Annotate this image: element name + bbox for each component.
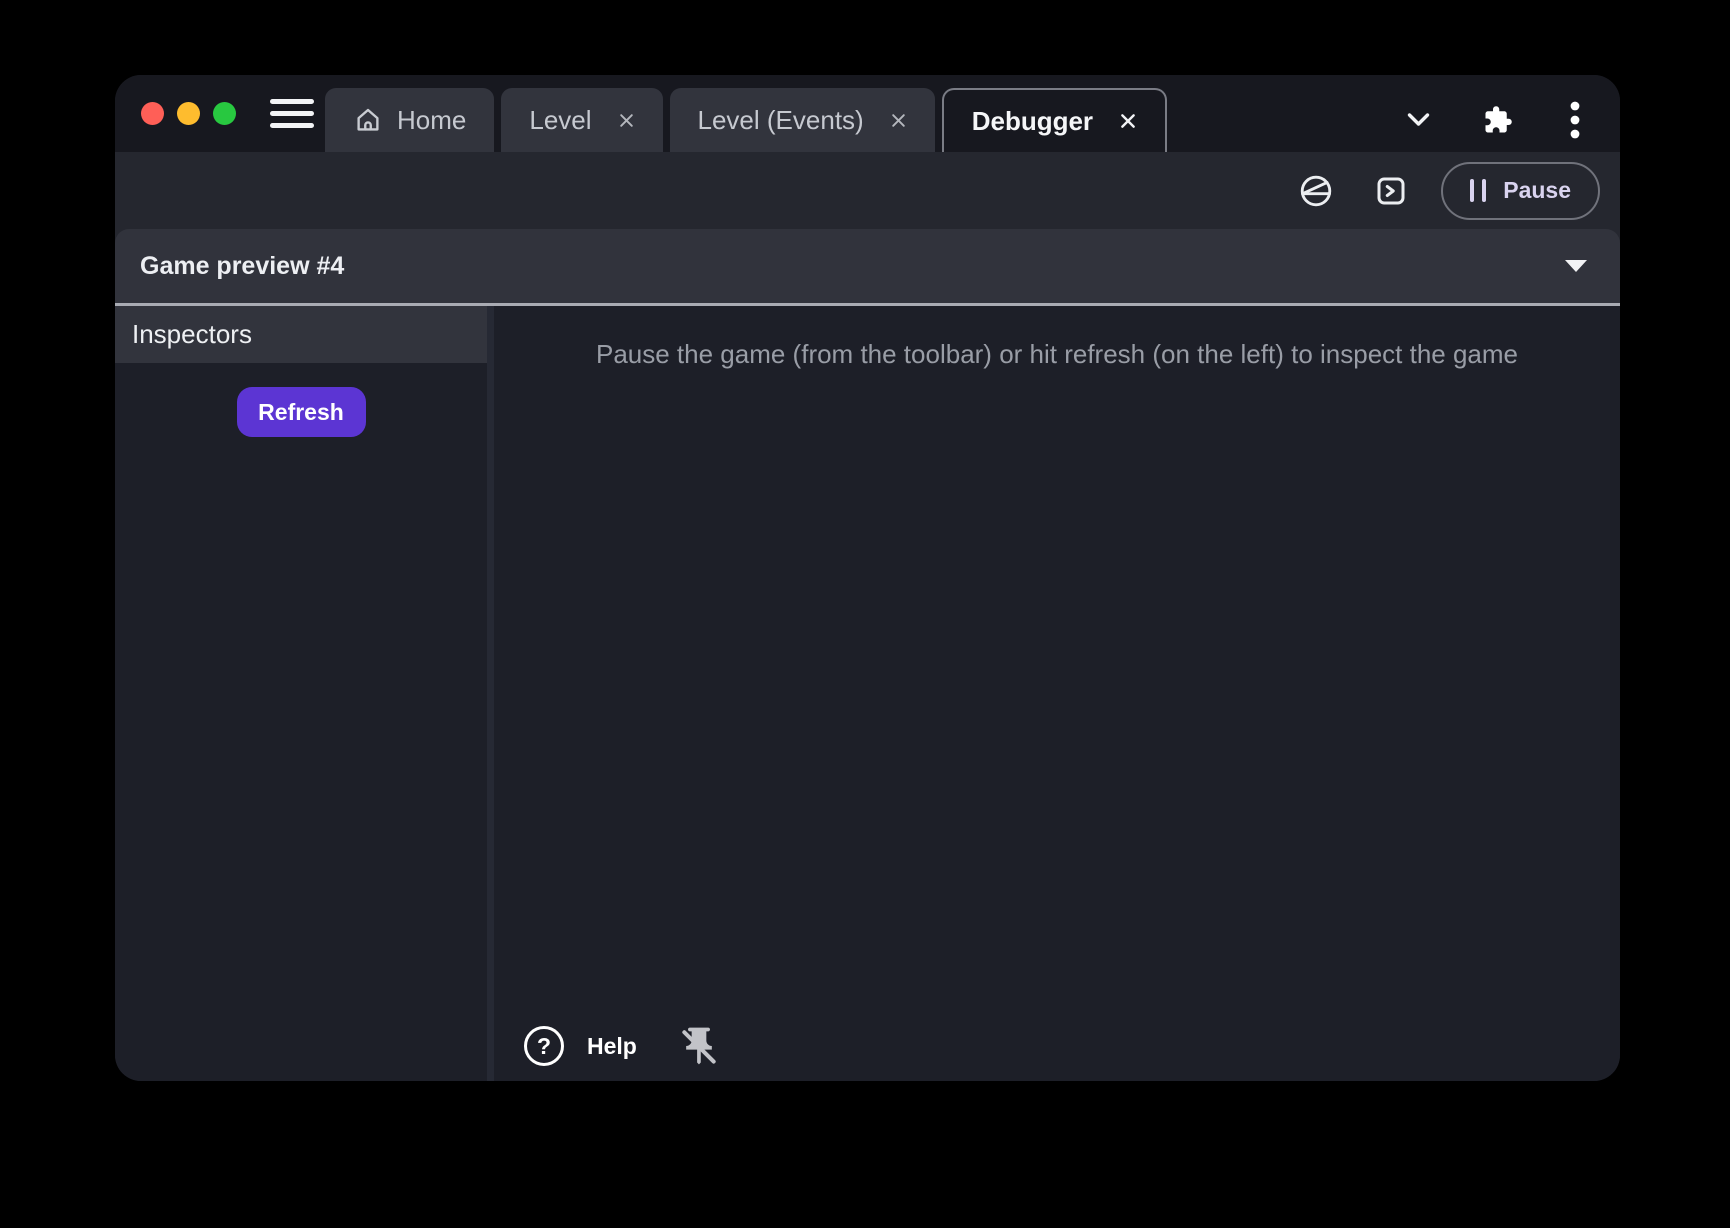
dropdown-caret-icon [1565,260,1587,272]
kebab-menu-icon[interactable] [1563,75,1587,164]
app-window: Home Level Level (Events) Debugger [115,75,1620,1081]
debugger-content: Inspectors Refresh Pause the game (from … [115,306,1620,1081]
game-preview-title: Game preview #4 [140,252,344,281]
window-close-button[interactable] [141,102,164,125]
tab-label: Debugger [972,106,1093,137]
help-glyph: ? [537,1035,551,1058]
panel-resize-divider[interactable] [487,306,494,1081]
game-preview-selector[interactable]: Game preview #4 [115,229,1620,303]
unpin-icon[interactable] [677,1024,721,1068]
console-icon[interactable] [1367,167,1415,215]
pause-button-label: Pause [1503,177,1571,204]
tab-debugger[interactable]: Debugger [942,88,1167,152]
empty-state-message: Pause the game (from the toolbar) or hit… [494,306,1620,370]
title-bar: Home Level Level (Events) Debugger [115,75,1620,152]
window-zoom-button[interactable] [213,102,236,125]
close-icon[interactable] [1119,112,1137,130]
window-minimize-button[interactable] [177,102,200,125]
chevron-down-icon[interactable] [1399,75,1438,164]
tab-label: Level [529,105,591,136]
home-icon [353,105,383,135]
help-row: ? Help [524,1024,721,1068]
tab-home[interactable]: Home [325,88,494,152]
tab-label: Home [397,105,466,136]
inspector-main-panel: Pause the game (from the toolbar) or hit… [494,306,1620,1081]
help-button-label[interactable]: Help [587,1033,637,1060]
tab-level[interactable]: Level [501,88,662,152]
tab-level-events[interactable]: Level (Events) [670,88,935,152]
hamburger-menu-icon[interactable] [270,99,314,128]
inspectors-sidebar: Inspectors Refresh [115,306,487,1081]
close-icon[interactable] [618,112,635,129]
tab-label: Level (Events) [698,105,864,136]
pause-button[interactable]: Pause [1441,162,1600,220]
puzzle-extension-icon[interactable] [1477,75,1519,164]
debugger-toolbar: Pause [115,152,1620,229]
refresh-button[interactable]: Refresh [237,387,366,437]
close-icon[interactable] [890,112,907,129]
pause-icon [1470,179,1486,202]
tab-bar: Home Level Level (Events) Debugger [325,88,1167,152]
inspectors-header: Inspectors [115,306,487,363]
help-icon[interactable]: ? [524,1026,564,1066]
debugger-toolbar-section: Pause Game preview #4 [115,152,1620,303]
profiler-gauge-icon[interactable] [1291,166,1341,216]
